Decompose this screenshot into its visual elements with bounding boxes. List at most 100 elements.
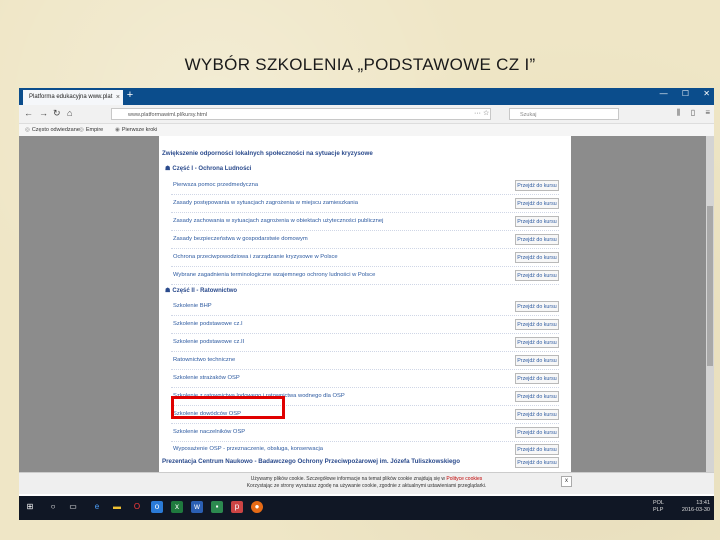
course-link[interactable]: Szkolenie naczelników OSP [173, 429, 245, 435]
course-link[interactable]: Pierwsza pomoc przedmedyczna [173, 182, 258, 188]
go-to-course-button[interactable]: Przejdź do kursu [515, 373, 559, 384]
bookmark-item[interactable]: ◎ Empire [79, 124, 103, 136]
go-to-course-button[interactable]: Przejdź do kursu [515, 301, 559, 312]
course-row: Szkolenie naczelników OSP Przejdź do kurs… [171, 427, 569, 442]
menu-icon[interactable]: ≡ [705, 108, 710, 117]
window-controls: — ☐ ✕ [648, 89, 710, 98]
go-to-course-button[interactable]: Przejdź do kursu [515, 444, 559, 455]
course-row: Zasady zachowania w sytuacjach zagrożeni… [171, 216, 569, 231]
excel-icon[interactable]: x [171, 501, 183, 513]
go-to-course-button[interactable]: Przejdź do kursu [515, 234, 559, 245]
course-link[interactable]: Wybrane zagadnienia terminologiczne wzaj… [173, 272, 375, 278]
language-indicator[interactable]: POL PLP [653, 500, 664, 514]
go-to-course-button[interactable]: Przejdź do kursu [515, 270, 559, 281]
part-heading: ☗ Część II - Ratownictwo [165, 288, 238, 294]
tab-title: Platforma edukacyjna www.plat [29, 94, 113, 100]
edge-icon[interactable]: e [91, 501, 103, 513]
go-to-course-button[interactable]: Przejdź do kursu [515, 252, 559, 263]
browser-nav-bar: ← → ↻ ⌂ www.platformawiml.pl/kursy.html … [19, 105, 714, 124]
screenshot: Platforma edukacyjna www.plat × + — ☐ ✕ … [19, 88, 714, 520]
course-row: Zasady postępowania w sytuacjach zagroże… [171, 198, 569, 213]
go-to-course-button[interactable]: Przejdź do kursu [515, 216, 559, 227]
course-row: Zasady bezpieczeństwa w gospodarstwie do… [171, 234, 569, 249]
windows-taskbar: ⊞ ○ ▭ e ▬ O o x w ▪ p ● POL PLP 13:41 2016… [19, 496, 714, 520]
sidebar-icon[interactable]: ▯ [691, 108, 695, 117]
course-link[interactable]: Zasady postępowania w sytuacjach zagroże… [173, 200, 358, 206]
back-icon[interactable]: ← [24, 108, 33, 118]
search-input[interactable]: Szukaj [509, 108, 619, 120]
bullet-icon: ☗ [165, 166, 171, 172]
part-heading: ☗ Część I - Ochrona Ludności [165, 166, 252, 172]
highlight-box [171, 396, 285, 419]
page-menu-icon[interactable]: ··· [474, 110, 481, 117]
course-row: Szkolenie BHP Przejdź do kursu [171, 301, 569, 316]
page-viewport: Zwiększenie odporności lokalnych społecz… [19, 136, 714, 472]
bullet-icon: ☗ [165, 288, 171, 294]
close-window-icon[interactable]: ✕ [703, 89, 710, 98]
course-row: Szkolenie strażaków OSP Przejdź do kursu [171, 373, 569, 388]
powerpoint-icon[interactable]: p [231, 501, 243, 513]
browser-tab-bar: Platforma edukacyjna www.plat × + — ☐ ✕ [19, 88, 714, 105]
section-heading: Prezentacja Centrum Naukowo - Badawczego… [162, 458, 460, 465]
course-row: Pierwsza pomoc przedmedyczna Przejdź do k… [171, 180, 569, 195]
firefox-icon: ◉ [115, 127, 120, 133]
bookmark-item[interactable]: ◉ Pierwsze kroki [115, 124, 157, 136]
course-link[interactable]: Wyposażenie OSP - przeznaczenie, obsługa… [173, 446, 323, 452]
windows-start-icon[interactable]: ⊞ [24, 501, 36, 513]
opera-icon[interactable]: O [131, 501, 143, 513]
course-link[interactable]: Ratownictwo techniczne [173, 357, 235, 363]
course-row: Wybrane zagadnienia terminologiczne wzaj… [171, 270, 569, 285]
cookie-policy-link[interactable]: Polityce cookies [446, 476, 482, 482]
go-to-course-button[interactable]: Przejdź do kursu [515, 355, 559, 366]
clock[interactable]: 13:41 2016-03-30 [682, 500, 710, 514]
go-to-course-button[interactable]: Przejdź do kursu [515, 180, 559, 191]
go-to-course-button[interactable]: Przejdź do kursu [515, 198, 559, 209]
globe-icon: ◎ [25, 127, 30, 133]
course-row: Wyposażenie OSP - przeznaczenie, obsługa… [171, 444, 569, 458]
go-to-course-button[interactable]: Przejdź do kursu [515, 427, 559, 438]
close-cookie-button[interactable]: x [561, 476, 572, 487]
course-link[interactable]: Szkolenie strażaków OSP [173, 375, 240, 381]
address-bar[interactable]: www.platformawiml.pl/kursy.html [111, 108, 491, 120]
scrollbar-thumb[interactable] [707, 206, 713, 366]
page-scrollbar[interactable] [706, 136, 714, 472]
maximize-icon[interactable]: ☐ [682, 89, 689, 98]
app-icon[interactable]: ▪ [211, 501, 223, 513]
course-link[interactable]: Zasady bezpieczeństwa w gospodarstwie do… [173, 236, 308, 242]
browser-tab[interactable]: Platforma edukacyjna www.plat × [23, 90, 123, 105]
go-to-course-button[interactable]: Przejdź do kursu [515, 337, 559, 348]
course-link[interactable]: Zasady zachowania w sytuacjach zagrożeni… [173, 218, 383, 224]
forward-icon[interactable]: → [39, 108, 48, 118]
slide-title: WYBÓR SZKOLENIA „PODSTAWOWE CZ I” [184, 55, 536, 74]
go-to-course-button[interactable]: Przejdź do kursu [515, 457, 559, 468]
course-row: Szkolenie podstawowe cz.II Przejdź do kur… [171, 337, 569, 352]
course-list-panel: Zwiększenie odporności lokalnych społecz… [159, 136, 571, 472]
course-link[interactable]: Szkolenie podstawowe cz.I [173, 321, 243, 327]
go-to-course-button[interactable]: Przejdź do kursu [515, 409, 559, 420]
home-icon[interactable]: ⌂ [67, 108, 72, 118]
file-explorer-icon[interactable]: ▬ [111, 501, 123, 513]
firefox-icon[interactable]: ● [251, 501, 263, 513]
address-bar-actions: ··· ☆ [474, 109, 489, 117]
word-icon[interactable]: w [191, 501, 203, 513]
bookmark-item[interactable]: ◎ Często odwiedzane [25, 124, 80, 136]
globe-icon: ◎ [79, 127, 84, 133]
course-link[interactable]: Szkolenie podstawowe cz.II [173, 339, 244, 345]
search-icon[interactable]: ○ [47, 501, 59, 513]
cookie-notice: Używamy plików cookie. Szczegółowe infor… [19, 472, 714, 494]
course-row: Szkolenie podstawowe cz.I Przejdź do kurs… [171, 319, 569, 334]
bookmark-star-icon[interactable]: ☆ [483, 110, 489, 117]
task-view-icon[interactable]: ▭ [67, 501, 79, 513]
course-link[interactable]: Ochrona przeciwpowodziowa i zarządzanie … [173, 254, 338, 260]
course-row: Ochrona przeciwpowodziowa i zarządzanie … [171, 252, 569, 267]
go-to-course-button[interactable]: Przejdź do kursu [515, 319, 559, 330]
close-tab-icon[interactable]: × [116, 90, 120, 105]
library-icon[interactable]: ⫼ [677, 108, 681, 117]
new-tab-icon[interactable]: + [123, 89, 137, 101]
course-link[interactable]: Szkolenie BHP [173, 303, 212, 309]
toolbar-icons: ⫼ ▯ ≡ [669, 108, 710, 118]
minimize-icon[interactable]: — [660, 89, 668, 98]
go-to-course-button[interactable]: Przejdź do kursu [515, 391, 559, 402]
outlook-icon[interactable]: o [151, 501, 163, 513]
reload-icon[interactable]: ↻ [53, 108, 61, 119]
